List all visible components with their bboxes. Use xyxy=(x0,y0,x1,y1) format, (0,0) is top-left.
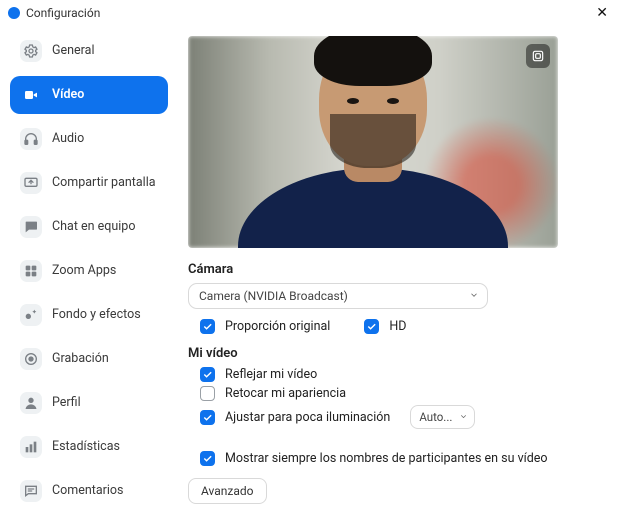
sidebar-item-label: Vídeo xyxy=(52,87,84,103)
window-title: Configuración xyxy=(26,6,100,20)
sidebar-item-audio[interactable]: Audio xyxy=(10,120,168,158)
app-logo-icon xyxy=(8,7,20,19)
sidebar-item-zoom-apps[interactable]: Zoom Apps xyxy=(10,252,168,290)
row-original-ratio: Proporción original HD xyxy=(188,319,602,334)
sidebar-item-label: Perfil xyxy=(52,395,81,411)
close-icon[interactable]: ✕ xyxy=(592,5,612,21)
low-light-mode-value: Auto... xyxy=(419,410,452,424)
row-show-names: Mostrar siempre los nombres de participa… xyxy=(188,451,602,466)
profile-icon xyxy=(20,392,42,414)
gear-icon xyxy=(20,40,42,62)
section-title-my-video: Mi vídeo xyxy=(188,346,602,361)
row-touch-up: Retocar mi apariencia xyxy=(188,386,602,401)
stats-icon xyxy=(20,436,42,458)
record-icon xyxy=(20,348,42,370)
advanced-button-label: Avanzado xyxy=(201,484,254,498)
apps-icon xyxy=(20,260,42,282)
sidebar-item-video[interactable]: Vídeo xyxy=(10,76,168,114)
settings-window: Configuración ✕ General Vídeo xyxy=(0,0,620,505)
settings-sidebar: General Vídeo Audio Compartir pantalla xyxy=(0,24,178,505)
camera-preview xyxy=(188,36,558,248)
sidebar-item-label: Compartir pantalla xyxy=(52,175,156,191)
preview-person xyxy=(268,48,478,248)
sidebar-item-background-effects[interactable]: Fondo y efectos xyxy=(10,296,168,334)
low-light-mode-select[interactable]: Auto... xyxy=(410,405,475,429)
label-mirror[interactable]: Reflejar mi vídeo xyxy=(225,367,317,382)
label-low-light[interactable]: Ajustar para poca iluminación xyxy=(225,410,390,425)
chevron-down-icon xyxy=(469,289,479,303)
section-title-camera: Cámara xyxy=(188,262,602,277)
checkbox-mirror[interactable] xyxy=(200,367,215,382)
sidebar-item-feedback[interactable]: Comentarios xyxy=(10,472,168,505)
checkbox-show-names[interactable] xyxy=(200,451,215,466)
checkbox-touch-up[interactable] xyxy=(200,386,215,401)
label-hd[interactable]: HD xyxy=(389,319,406,334)
video-icon xyxy=(20,84,42,106)
sidebar-item-recording[interactable]: Grabación xyxy=(10,340,168,378)
row-low-light: Ajustar para poca iluminación Auto... xyxy=(188,405,602,429)
camera-select-value: Camera (NVIDIA Broadcast) xyxy=(199,289,348,303)
label-show-names[interactable]: Mostrar siempre los nombres de participa… xyxy=(225,451,548,466)
titlebar: Configuración ✕ xyxy=(0,0,620,24)
sidebar-item-label: Fondo y efectos xyxy=(52,307,141,323)
sidebar-item-label: Comentarios xyxy=(52,483,124,499)
sidebar-item-label: Chat en equipo xyxy=(52,219,135,235)
feedback-icon xyxy=(20,480,42,502)
sidebar-item-label: Audio xyxy=(52,131,84,147)
chat-icon xyxy=(20,216,42,238)
camera-select[interactable]: Camera (NVIDIA Broadcast) xyxy=(188,283,488,309)
advanced-button[interactable]: Avanzado xyxy=(188,478,267,504)
sidebar-item-statistics[interactable]: Estadísticas xyxy=(10,428,168,466)
sidebar-item-label: General xyxy=(52,43,95,59)
virtual-background-icon xyxy=(531,49,545,63)
headphones-icon xyxy=(20,128,42,150)
checkbox-low-light[interactable] xyxy=(200,410,215,425)
sidebar-item-team-chat[interactable]: Chat en equipo xyxy=(10,208,168,246)
sidebar-item-general[interactable]: General xyxy=(10,32,168,70)
body: General Vídeo Audio Compartir pantalla xyxy=(0,24,620,505)
chevron-down-icon xyxy=(459,410,468,424)
sidebar-item-label: Estadísticas xyxy=(52,439,120,455)
sidebar-item-label: Grabación xyxy=(52,351,109,367)
label-touch-up[interactable]: Retocar mi apariencia xyxy=(225,386,346,401)
label-original-ratio[interactable]: Proporción original xyxy=(225,319,330,334)
row-mirror: Reflejar mi vídeo xyxy=(188,367,602,382)
sidebar-item-share-screen[interactable]: Compartir pantalla xyxy=(10,164,168,202)
sidebar-item-profile[interactable]: Perfil xyxy=(10,384,168,422)
checkbox-hd[interactable] xyxy=(364,319,379,334)
share-screen-icon xyxy=(20,172,42,194)
virtual-background-button[interactable] xyxy=(526,44,550,68)
checkbox-original-ratio[interactable] xyxy=(200,319,215,334)
sidebar-item-label: Zoom Apps xyxy=(52,263,116,279)
video-settings-panel: Cámara Camera (NVIDIA Broadcast) Proporc… xyxy=(178,24,620,505)
sparkle-icon xyxy=(20,304,42,326)
